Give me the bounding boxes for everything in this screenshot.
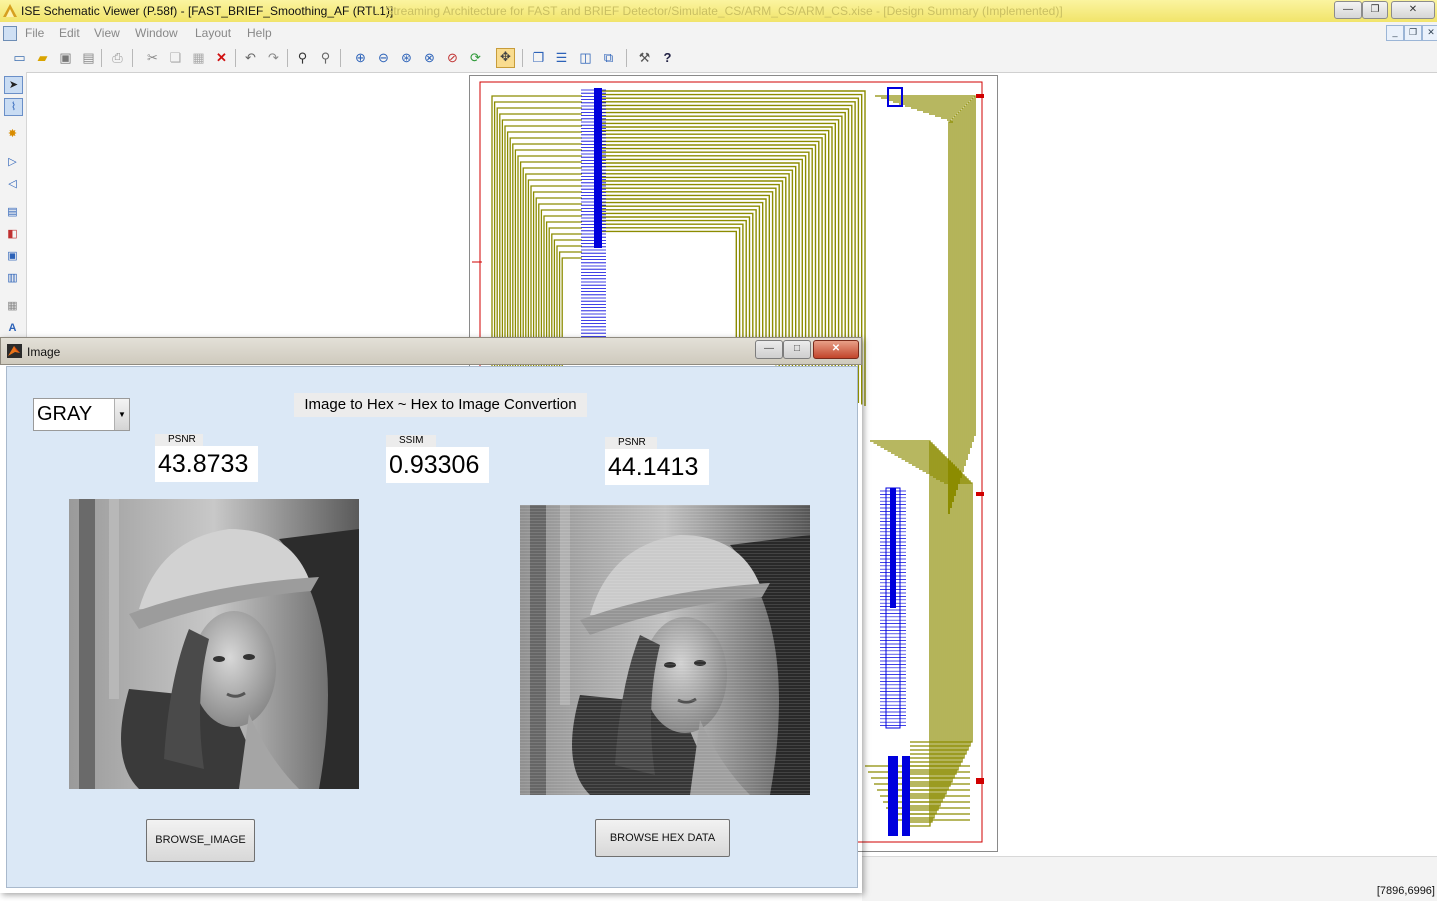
tile-horizontal-icon[interactable]: ☰: [553, 50, 570, 66]
save-icon[interactable]: ▣: [57, 50, 74, 66]
figure-maximize-button[interactable]: □: [783, 340, 811, 359]
mdi-restore-button[interactable]: ❐: [1404, 25, 1422, 41]
figure-close-button[interactable]: ✕: [813, 340, 859, 359]
matlab-icon: [7, 344, 22, 358]
mdi-minimize-button[interactable]: _: [1386, 25, 1404, 41]
copy-icon[interactable]: ❏: [167, 50, 184, 66]
zoom-out-icon[interactable]: ⊖: [375, 50, 392, 66]
image-figure-window: Image — □ ✕ GRAY ▼ Image to Hex ~ Hex to…: [0, 337, 862, 893]
browse-image-button[interactable]: BROWSE_IMAGE: [146, 819, 255, 862]
undo-icon[interactable]: ↶: [242, 50, 259, 66]
menu-help[interactable]: Help: [247, 26, 272, 40]
select-icon[interactable]: ➤: [4, 76, 23, 94]
properties-icon[interactable]: ▦: [4, 298, 21, 314]
figure-title-bar[interactable]: Image — □ ✕: [0, 337, 862, 365]
left-toolbar: ➤ ⌇ ✸ ▷ ◁ ▤ ◧ ▣ ▥ ▦ A: [0, 72, 27, 342]
figure-minimize-button[interactable]: —: [755, 340, 783, 359]
menu-bar: File Edit View Window Layout Help: [0, 22, 1437, 44]
symbol-icon[interactable]: ▥: [4, 270, 21, 286]
cursor-coordinates: [7896,6996]: [1376, 885, 1435, 897]
refresh-icon[interactable]: ⟳: [467, 50, 484, 66]
psnr-label-left: PSNR: [155, 434, 203, 446]
window-title: ISE Schematic Viewer (P.58f) - [FAST_BRI…: [21, 4, 394, 18]
new-icon[interactable]: ▭: [11, 50, 28, 66]
cascade-icon[interactable]: ❐: [530, 50, 547, 66]
ise-app-icon: [3, 4, 17, 17]
back-icon[interactable]: ◁: [4, 176, 21, 192]
zoom-area-icon[interactable]: ⊘: [444, 50, 461, 66]
pan-icon[interactable]: ✥: [496, 48, 515, 68]
original-image: [69, 499, 359, 789]
portrait-photo: [69, 499, 359, 789]
hierarchy-icon[interactable]: ▤: [4, 204, 21, 220]
minimize-button[interactable]: —: [1334, 1, 1362, 19]
maximize-button[interactable]: ❐: [1362, 1, 1388, 19]
status-bar: [7896,6996]: [862, 856, 1437, 901]
portrait-photo-reconstructed: [520, 505, 810, 795]
find-next-icon[interactable]: ⚲: [317, 50, 334, 66]
menu-edit[interactable]: Edit: [59, 26, 80, 40]
psnr-label-right: PSNR: [605, 437, 657, 449]
browse-hex-data-button[interactable]: BROWSE HEX DATA: [595, 819, 730, 857]
dropdown-arrow-icon[interactable]: ▼: [114, 399, 129, 430]
mdi-close-button[interactable]: ✕: [1422, 25, 1437, 41]
zoom-to-selected-icon[interactable]: ⊗: [421, 50, 438, 66]
help-icon[interactable]: ?: [659, 50, 676, 66]
color-mode-dropdown[interactable]: GRAY ▼: [33, 398, 130, 431]
reconstructed-image: [520, 505, 810, 795]
psnr-value-right: 44.1413: [605, 449, 709, 485]
options-icon[interactable]: ⚒: [636, 50, 653, 66]
menu-view[interactable]: View: [94, 26, 120, 40]
add-instance-icon[interactable]: ✸: [4, 126, 21, 142]
zoom-full-icon[interactable]: ⊛: [398, 50, 415, 66]
route-icon[interactable]: ⌇: [4, 98, 23, 116]
ssim-label: SSIM: [386, 435, 436, 447]
open-icon[interactable]: ▰: [34, 50, 51, 66]
window-title-ghost: ... Streaming Architecture for FAST and …: [372, 4, 1063, 18]
close-button[interactable]: ✕: [1391, 1, 1435, 19]
menu-layout[interactable]: Layout: [195, 26, 231, 40]
document-icon[interactable]: [3, 26, 17, 41]
print-icon[interactable]: ⎙: [109, 50, 126, 66]
text-icon[interactable]: A: [4, 320, 21, 336]
pop-icon[interactable]: ▣: [4, 248, 21, 264]
push-icon[interactable]: ◧: [4, 226, 21, 242]
forward-icon[interactable]: ▷: [4, 154, 21, 170]
redo-icon[interactable]: ↷: [265, 50, 282, 66]
main-toolbar: ▭ ▰ ▣ ▤ ⎙ ✂ ❏ ▦ ✕ ↶ ↷ ⚲ ⚲ ⊕ ⊖ ⊛ ⊗ ⊘ ⟳ ✥ …: [0, 44, 1437, 73]
save-all-icon[interactable]: ▤: [80, 50, 97, 66]
cut-icon[interactable]: ✂: [144, 50, 161, 66]
paste-icon[interactable]: ▦: [190, 50, 207, 66]
delete-icon[interactable]: ✕: [213, 50, 230, 66]
figure-canvas: GRAY ▼ Image to Hex ~ Hex to Image Conve…: [6, 366, 858, 888]
psnr-value-left: 43.8733: [155, 446, 258, 482]
color-mode-value: GRAY: [37, 403, 93, 425]
figure-title: Image: [27, 345, 61, 359]
ssim-value: 0.93306: [386, 447, 489, 483]
find-icon[interactable]: ⚲: [294, 50, 311, 66]
figure-heading: Image to Hex ~ Hex to Image Convertion: [294, 393, 587, 417]
menu-window[interactable]: Window: [135, 26, 178, 40]
arrange-icon[interactable]: ⧉: [600, 50, 617, 66]
tile-vertical-icon[interactable]: ◫: [577, 50, 594, 66]
zoom-in-icon[interactable]: ⊕: [352, 50, 369, 66]
app-title-bar: ISE Schematic Viewer (P.58f) - [FAST_BRI…: [0, 0, 1437, 23]
menu-file[interactable]: File: [25, 26, 44, 40]
